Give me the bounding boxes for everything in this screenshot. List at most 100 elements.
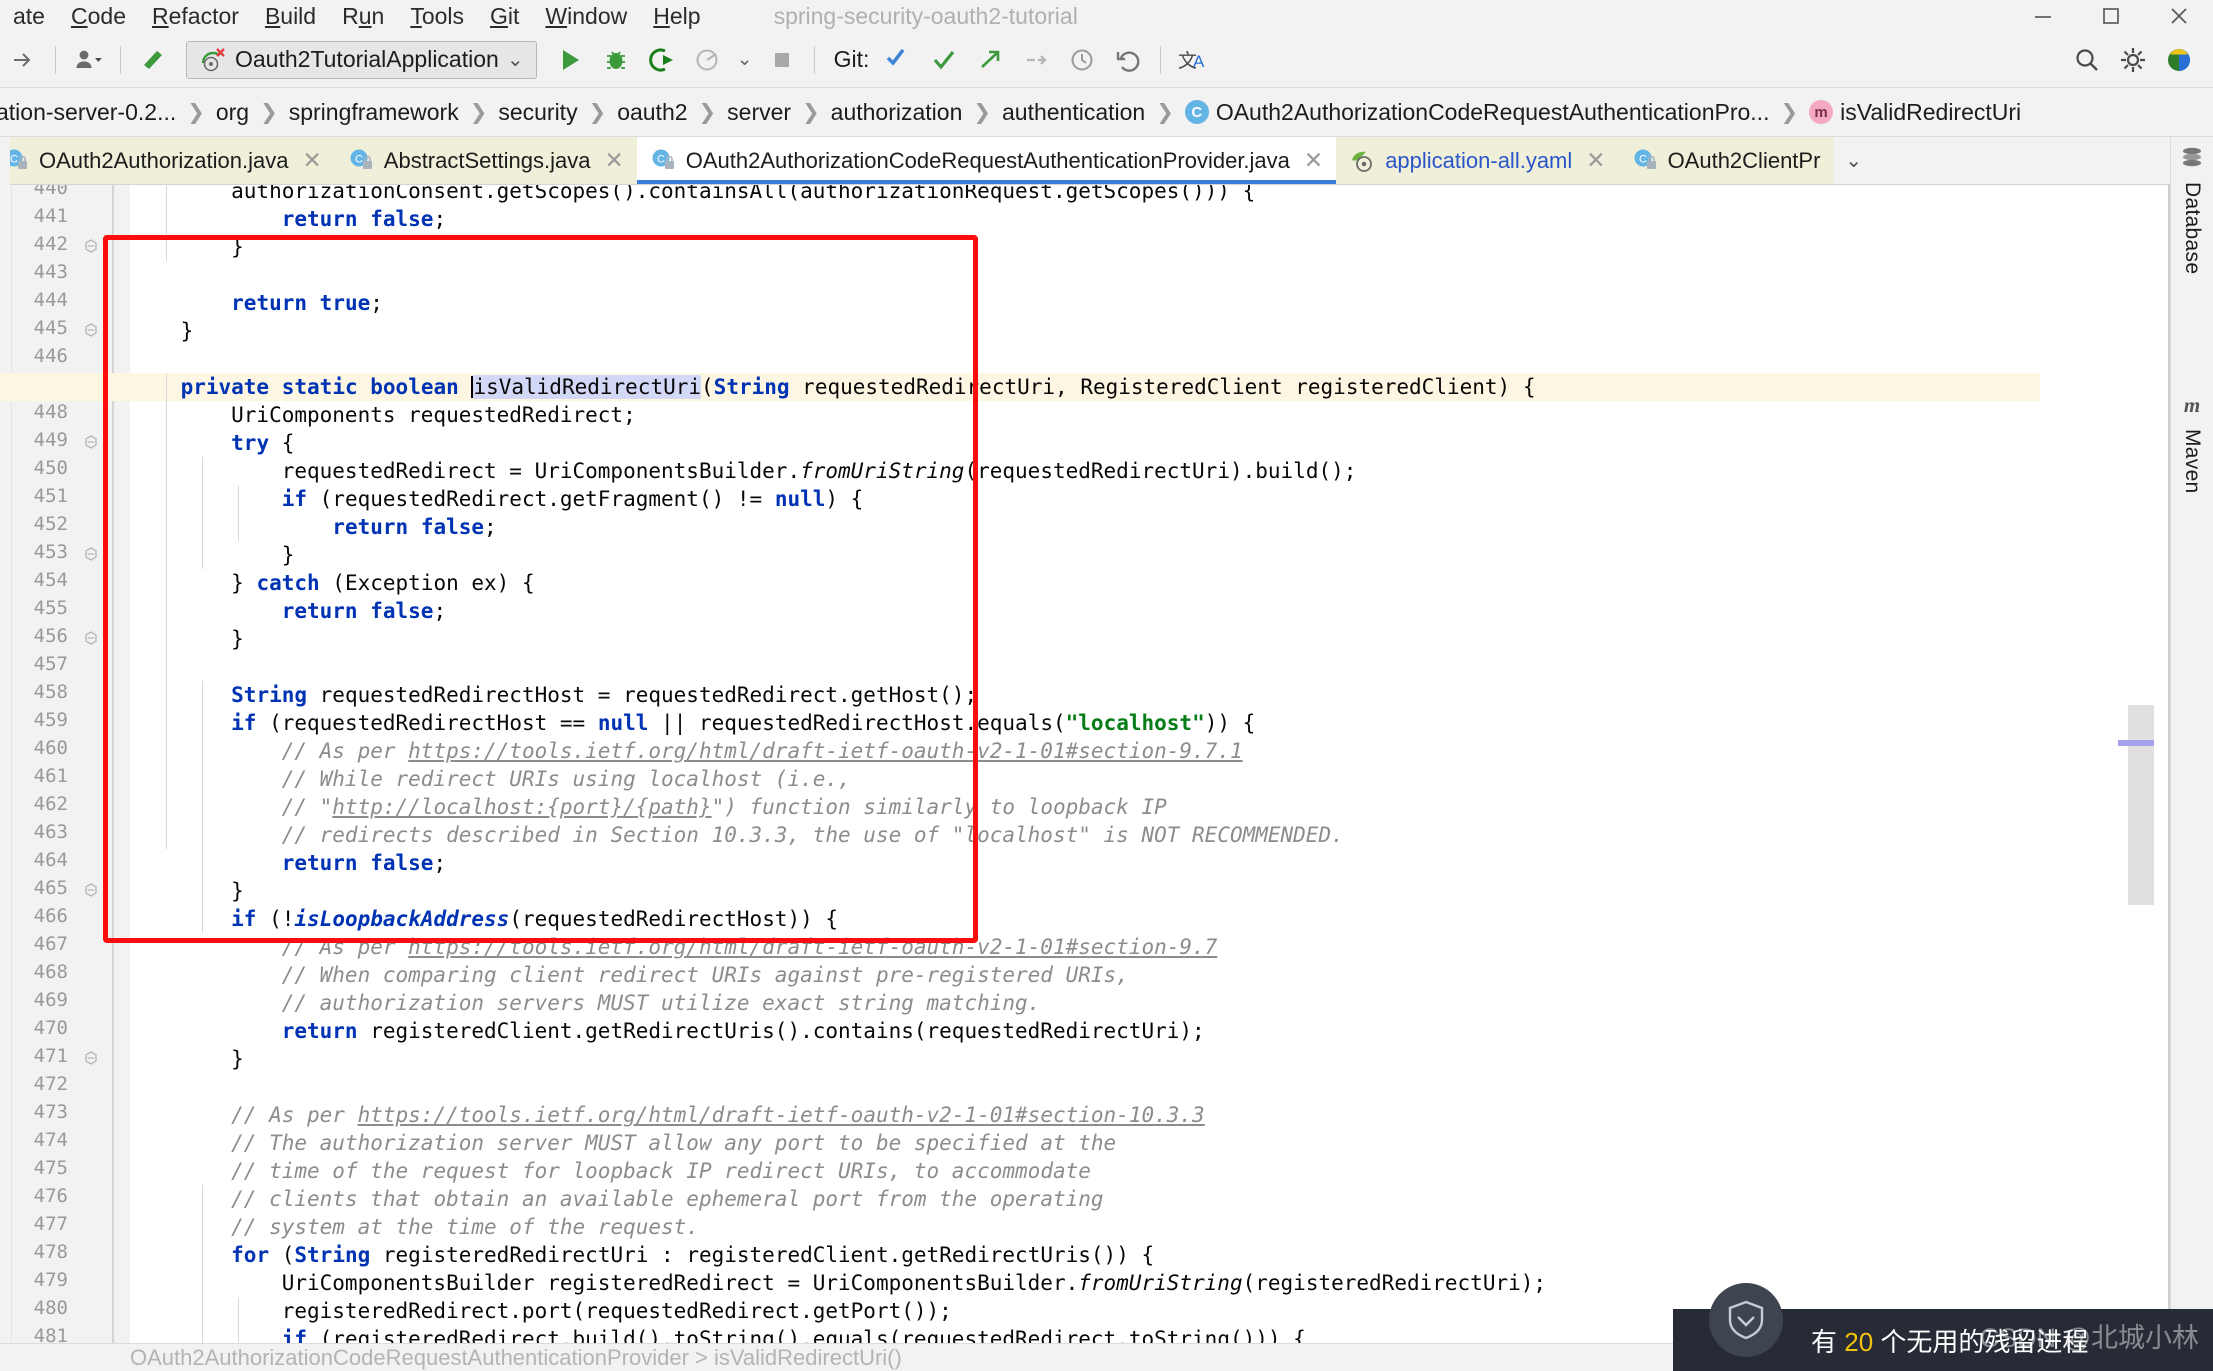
code-line[interactable]: // While redirect URIs using localhost (… (130, 765, 851, 793)
code-line[interactable]: // clients that obtain an available ephe… (130, 1185, 1103, 1213)
maximize-button[interactable] (2077, 0, 2145, 32)
fold-expanded-icon[interactable] (82, 434, 100, 452)
git-branch-button[interactable] (1016, 40, 1056, 80)
code-line[interactable]: } (130, 541, 295, 569)
menu-item-git[interactable]: Git (477, 0, 532, 32)
tab-close-icon[interactable]: ✕ (1586, 147, 1605, 174)
menu-item-tools[interactable]: Tools (397, 0, 477, 32)
code-line[interactable]: String requestedRedirectHost = requested… (130, 681, 977, 709)
git-push-button[interactable] (970, 40, 1010, 80)
editor-vertical-scrollbar[interactable] (2118, 185, 2154, 1371)
breadcrumb-item-method[interactable]: m isValidRedirectUri (1809, 99, 2021, 126)
editor-tab-abstractsettings[interactable]: C AbstractSettings.java ✕ (334, 137, 637, 184)
code-line[interactable]: return false; (130, 205, 446, 233)
code-line[interactable]: return true; (130, 289, 383, 317)
code-line[interactable]: registeredRedirect.port(requestedRedirec… (130, 1297, 952, 1325)
debug-button[interactable] (596, 40, 636, 80)
code-line[interactable]: } (130, 233, 244, 261)
editor-tab-oauth2clientpr[interactable]: C OAuth2ClientPr (1618, 137, 1834, 184)
tab-close-icon[interactable]: ✕ (604, 147, 623, 174)
code-line[interactable]: return false; (130, 597, 446, 625)
code-line[interactable]: } (130, 1045, 244, 1073)
code-line[interactable]: requestedRedirect = UriComponentsBuilder… (130, 457, 1357, 485)
code-line[interactable]: if (requestedRedirectHost == null || req… (130, 709, 1255, 737)
menu-item-window[interactable]: Window (532, 0, 640, 32)
settings-button[interactable] (2113, 40, 2153, 80)
code-line[interactable]: // As per https://tools.ietf.org/html/dr… (130, 1101, 1205, 1129)
breadcrumb-item-class[interactable]: C OAuth2AuthorizationCodeRequestAuthenti… (1184, 99, 1769, 126)
code-line[interactable]: try { (130, 429, 294, 457)
breadcrumb-item-server[interactable]: server (727, 99, 791, 126)
code-line[interactable]: authorizationConsent.getScopes().contain… (130, 185, 1255, 205)
editor-tab-oauth2authorization[interactable]: C OAuth2Authorization.java ✕ (0, 137, 335, 184)
breadcrumb-item-module[interactable]: ation-server-0.2... (0, 99, 176, 126)
code-editor[interactable]: 4404414424434444454464474484494504514524… (0, 185, 2170, 1371)
menu-item-navigate[interactable]: ate (0, 0, 58, 32)
minimize-button[interactable] (2009, 0, 2077, 32)
fold-collapse-icon[interactable] (82, 546, 100, 564)
code-text-area[interactable]: authorizationConsent.getScopes().contain… (130, 185, 2170, 1371)
code-line[interactable]: // When comparing client redirect URIs a… (130, 961, 1129, 989)
breadcrumb-item-org[interactable]: org (216, 99, 249, 126)
breadcrumb-item-authentication[interactable]: authentication (1002, 99, 1145, 126)
stop-button[interactable] (762, 40, 802, 80)
menu-item-help[interactable]: Help (640, 0, 713, 32)
code-line[interactable]: } (130, 877, 244, 905)
code-line[interactable]: } (130, 625, 244, 653)
code-line[interactable]: return false; (130, 849, 446, 877)
profiler-dropdown[interactable]: ⌄ (734, 40, 756, 80)
code-line[interactable]: // The authorization server MUST allow a… (130, 1129, 1116, 1157)
code-line[interactable]: if (!isLoopbackAddress(requestedRedirect… (130, 905, 838, 933)
code-line[interactable]: // system at the time of the request. (130, 1213, 699, 1241)
code-line[interactable]: UriComponentsBuilder registeredRedirect … (130, 1269, 1546, 1297)
notification-toast[interactable]: 有 20 个无用的残留进程 CSDN @北城小林 (1673, 1283, 2213, 1371)
menu-item-run[interactable]: Run (329, 0, 397, 32)
tab-close-icon[interactable]: ✕ (303, 147, 322, 174)
code-line[interactable]: return false; (130, 513, 496, 541)
code-line[interactable]: UriComponents requestedRedirect; (130, 401, 636, 429)
sidebar-item-database[interactable]: Database (2179, 145, 2205, 274)
git-commit-button[interactable] (924, 40, 964, 80)
fold-collapse-icon[interactable] (82, 1050, 100, 1068)
run-with-coverage-button[interactable] (642, 40, 682, 80)
menu-item-build[interactable]: Build (252, 0, 329, 32)
fold-collapse-icon[interactable] (82, 238, 100, 256)
code-line[interactable]: } (130, 317, 194, 345)
code-line[interactable]: // authorization servers MUST utilize ex… (130, 989, 1041, 1017)
chevron-down-icon[interactable]: ⌄ (507, 47, 524, 72)
code-line[interactable]: // "http://localhost:{port}/{path}") fun… (130, 793, 1167, 821)
fold-collapse-icon[interactable] (82, 322, 100, 340)
code-line[interactable]: private static boolean isValidRedirectUr… (130, 373, 1535, 401)
revert-button[interactable] (1108, 40, 1148, 80)
sidebar-item-maven[interactable]: m Maven (2179, 392, 2205, 494)
run-button[interactable] (550, 40, 590, 80)
profiler-button[interactable] (688, 40, 728, 80)
breadcrumb-item-authorization[interactable]: authorization (831, 99, 963, 126)
breadcrumb-item-security[interactable]: security (498, 99, 577, 126)
editor-tab-application-all-yaml[interactable]: application-all.yaml ✕ (1336, 137, 1619, 184)
editor-tab-oauth2authorizationcoderequestauthenticationprovider[interactable]: C OAuth2AuthorizationCodeRequestAuthenti… (636, 137, 1337, 184)
run-configuration-selector[interactable]: Oauth2TutorialApplication ⌄ (186, 40, 537, 79)
menu-item-code[interactable]: Code (58, 0, 139, 32)
close-button[interactable] (2145, 0, 2213, 32)
ide-indicator[interactable] (2159, 40, 2199, 80)
code-line[interactable]: // As per https://tools.ietf.org/html/dr… (130, 737, 1243, 765)
fold-collapse-icon[interactable] (82, 882, 100, 900)
search-everywhere-button[interactable] (2067, 40, 2107, 80)
build-project-button[interactable] (133, 40, 173, 80)
tabs-overflow-button[interactable]: ⌄ (1833, 137, 1874, 184)
history-button[interactable] (1062, 40, 1102, 80)
code-line[interactable]: // As per https://tools.ietf.org/html/dr… (130, 933, 1218, 961)
fold-collapse-icon[interactable] (82, 630, 100, 648)
code-line[interactable]: if (requestedRedirect.getFragment() != n… (130, 485, 864, 513)
forward-navigation-button[interactable] (3, 40, 43, 80)
code-line[interactable]: } catch (Exception ex) { (130, 569, 534, 597)
user-button[interactable] (68, 40, 108, 80)
tab-close-icon[interactable]: ✕ (1304, 147, 1323, 174)
git-update-button[interactable] (878, 40, 918, 80)
code-line[interactable]: // redirects described in Section 10.3.3… (130, 821, 1344, 849)
line-number-gutter[interactable]: 4404414424434444454464474484494504514524… (12, 185, 130, 1371)
code-line[interactable]: // time of the request for loopback IP r… (130, 1157, 1091, 1185)
translate-button[interactable]: 文A (1173, 40, 1213, 80)
breadcrumb-item-springframework[interactable]: springframework (289, 99, 459, 126)
